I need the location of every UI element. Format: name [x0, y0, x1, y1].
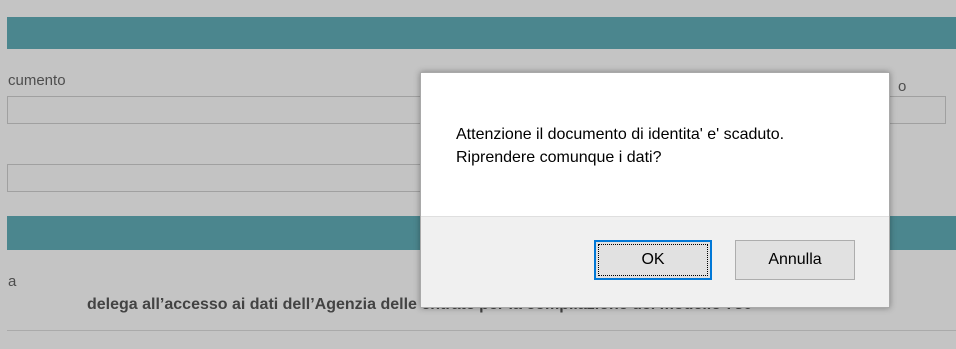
dialog-message-line2: Riprendere comunque i dati?	[456, 149, 662, 166]
dialog-body: Attenzione il documento di identita' e' …	[421, 73, 889, 216]
dialog-footer: OK Annulla	[421, 216, 889, 307]
dialog-message: Attenzione il documento di identita' e' …	[456, 123, 784, 169]
focus-ring	[598, 244, 708, 276]
ok-button[interactable]: OK	[594, 240, 712, 280]
dialog-message-line1: Attenzione il documento di identita' e' …	[456, 126, 785, 143]
confirm-dialog: Attenzione il documento di identita' e' …	[420, 72, 890, 308]
cancel-button[interactable]: Annulla	[735, 240, 855, 280]
